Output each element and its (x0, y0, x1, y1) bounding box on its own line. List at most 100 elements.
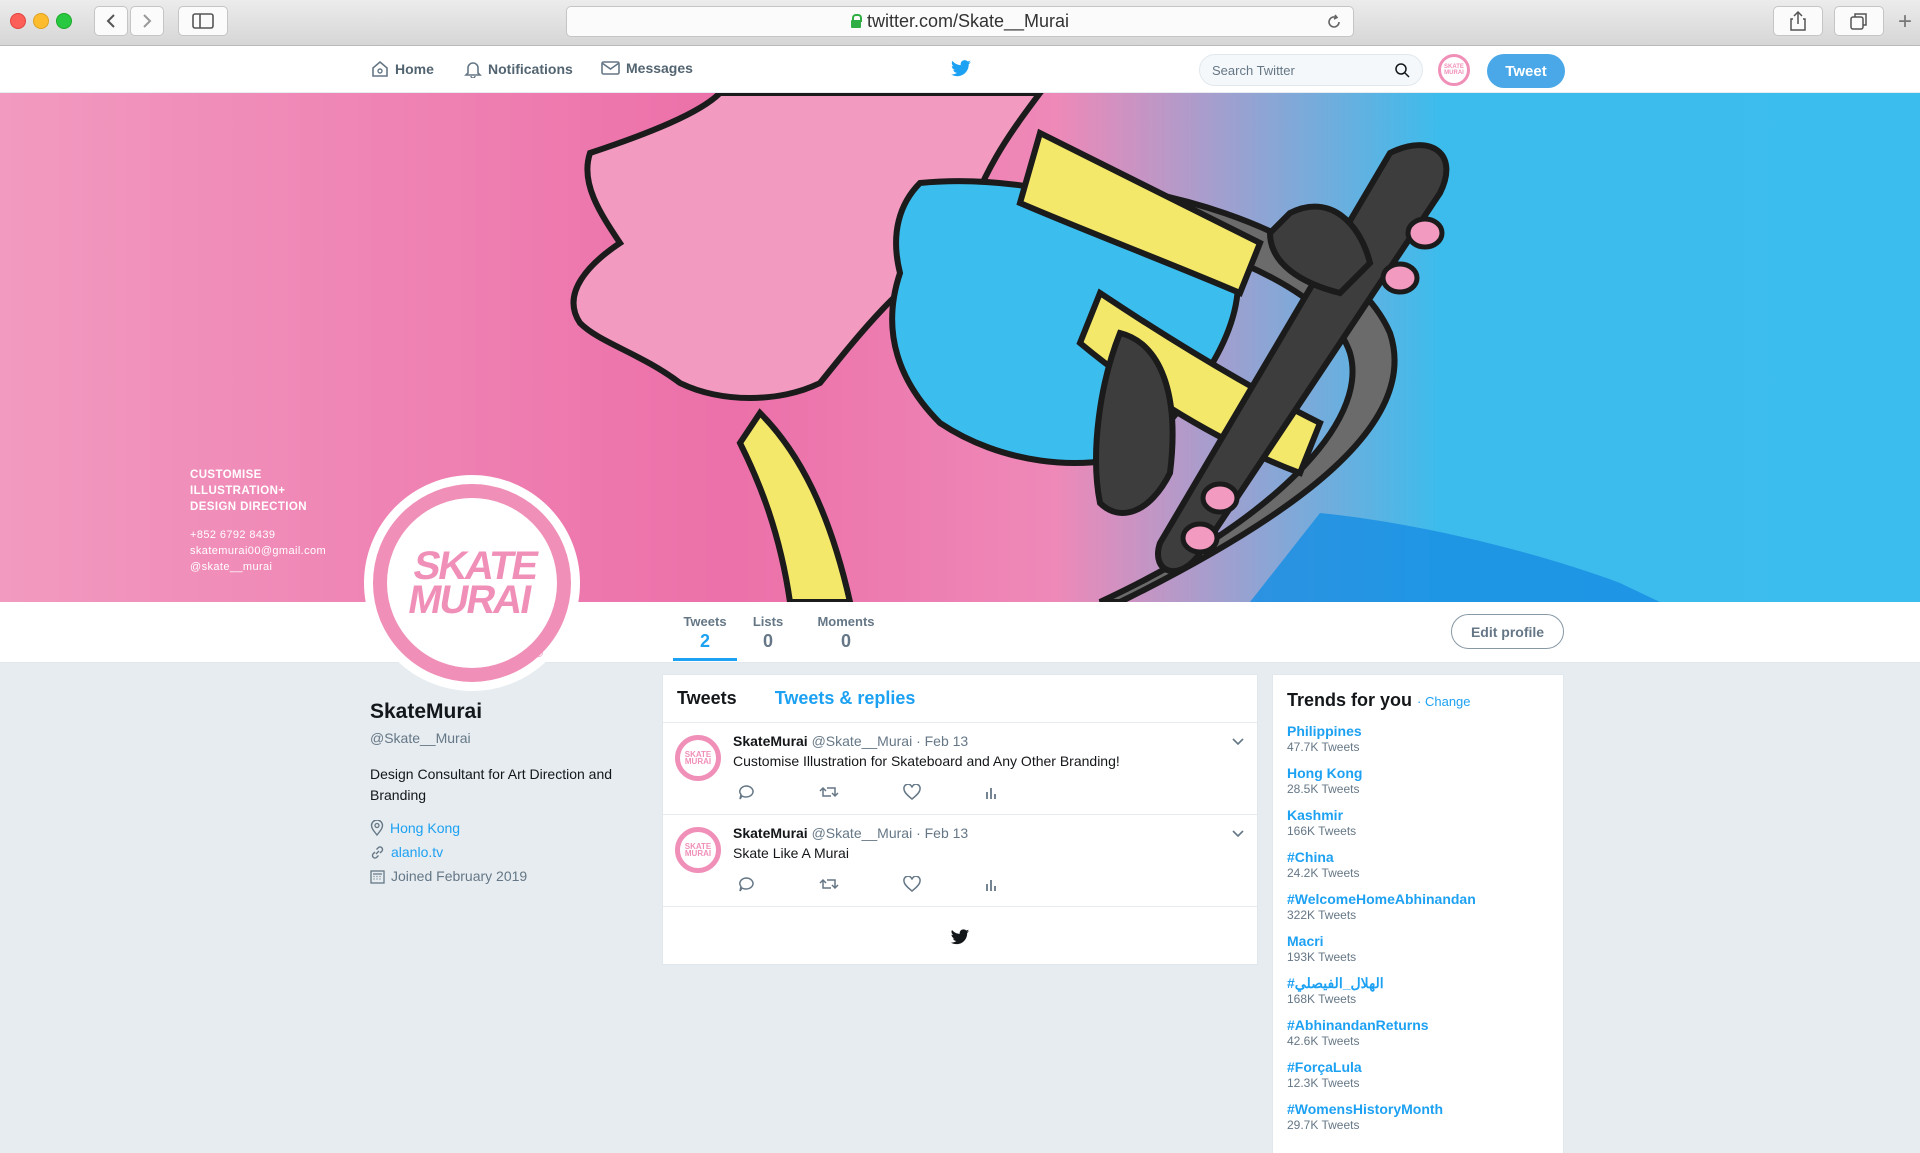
tweet-text: Customise Illustration for Skateboard an… (733, 753, 1120, 769)
nav-notifications-label: Notifications (488, 61, 573, 77)
stat-tweets[interactable]: Tweets 2 (673, 614, 737, 661)
envelope-icon (601, 61, 620, 75)
tweet-header: SkateMurai @Skate__Murai · Feb 13 (733, 825, 968, 841)
home-icon (372, 60, 388, 77)
stat-lists-value: 0 (762, 631, 773, 651)
trend-name[interactable]: Hong Kong (1287, 765, 1549, 781)
tweet-author-name[interactable]: SkateMurai (733, 733, 808, 749)
trend-item[interactable]: Kashmir 166K Tweets (1287, 807, 1549, 839)
profile-avatar[interactable]: SKATE MURAI ® (364, 475, 580, 691)
trend-name[interactable]: #WelcomeHomeAbhinandan (1287, 891, 1549, 907)
stat-tweets-label: Tweets (683, 614, 727, 629)
account-avatar[interactable]: SKATE MURAI (1438, 54, 1470, 86)
like-icon[interactable] (903, 876, 921, 892)
twitter-top-nav: Home Notifications Messages Search Twitt… (0, 46, 1920, 93)
trend-name[interactable]: Kashmir (1287, 807, 1549, 823)
compose-tweet-button[interactable]: Tweet (1487, 54, 1565, 88)
tabs-overview-button[interactable] (1834, 6, 1884, 36)
tab-tweets[interactable]: Tweets (677, 688, 737, 709)
tweet-avatar[interactable]: SKATE MURAI (675, 735, 721, 781)
trend-name[interactable]: #China (1287, 849, 1549, 865)
twitter-bird-icon[interactable] (950, 60, 972, 78)
tweet-author-name[interactable]: SkateMurai (733, 825, 808, 841)
new-tab-icon[interactable]: + (1898, 10, 1920, 36)
analytics-icon[interactable] (985, 876, 999, 892)
trend-name[interactable]: #WomensHistoryMonth (1287, 1101, 1549, 1117)
search-input[interactable]: Search Twitter (1199, 54, 1423, 86)
search-icon[interactable] (1394, 62, 1410, 78)
retweet-icon[interactable] (819, 784, 839, 800)
tabs-icon (1850, 13, 1867, 30)
stat-moments[interactable]: Moments 0 (812, 614, 880, 652)
skatemurai-logo: SKATE MURAI ® (373, 484, 571, 682)
forward-button[interactable] (130, 6, 164, 36)
nav-home-label: Home (395, 61, 434, 77)
trend-count: 168K Tweets (1287, 992, 1357, 1006)
address-bar[interactable]: twitter.com/Skate__Murai (566, 6, 1354, 37)
timeline-footer (663, 907, 1257, 967)
share-button[interactable] (1773, 6, 1823, 36)
profile-website-link[interactable]: alanlo.tv (391, 844, 443, 860)
profile-header-card: SkateMurai @Skate__Murai Design Consulta… (370, 700, 660, 884)
back-button[interactable] (94, 6, 128, 36)
trends-title: Trends for you (1287, 690, 1413, 710)
edit-profile-button[interactable]: Edit profile (1451, 614, 1564, 649)
analytics-icon[interactable] (985, 784, 999, 800)
share-icon (1790, 11, 1806, 31)
trend-item[interactable]: #ForçaLula 12.3K Tweets (1287, 1059, 1549, 1091)
trend-name[interactable]: #الهلال_الفيصلي (1287, 975, 1549, 991)
trend-name[interactable]: #AbhinandanReturns (1287, 1017, 1549, 1033)
tweet-avatar[interactable]: SKATE MURAI (675, 827, 721, 873)
minimize-window-button[interactable] (33, 13, 49, 29)
search-placeholder: Search Twitter (1212, 62, 1295, 78)
tab-tweets-replies[interactable]: Tweets & replies (775, 688, 916, 709)
retweet-icon[interactable] (819, 876, 839, 892)
trend-item[interactable]: #الهلال_الفيصلي 168K Tweets (1287, 975, 1549, 1007)
like-icon[interactable] (903, 784, 921, 800)
skateboarder-illustration (570, 93, 1660, 602)
timeline-tabs: Tweets Tweets & replies (663, 675, 1257, 723)
bell-icon (464, 62, 482, 78)
trends-change-link[interactable]: · Change (1417, 694, 1471, 709)
reply-icon[interactable] (737, 876, 755, 892)
profile-name[interactable]: SkateMurai (370, 700, 660, 724)
banner-tagline-3: DESIGN DIRECTION (190, 501, 307, 513)
logo-text: SKATE MURAI (404, 544, 541, 622)
nav-home[interactable]: Home (371, 60, 434, 78)
trend-item[interactable]: #China 24.2K Tweets (1287, 849, 1549, 881)
profile-handle[interactable]: @Skate__Murai (370, 730, 660, 746)
trend-item[interactable]: Macri 193K Tweets (1287, 933, 1549, 965)
twitter-bird-icon (950, 928, 970, 944)
trend-item[interactable]: #AbhinandanReturns 42.6K Tweets (1287, 1017, 1549, 1049)
trend-name[interactable]: Macri (1287, 933, 1549, 949)
profile-location: Hong Kong (370, 820, 660, 836)
trend-item[interactable]: Hong Kong 28.5K Tweets (1287, 765, 1549, 797)
tweet-item[interactable]: SKATE MURAI SkateMurai @Skate__Murai · Fe… (663, 723, 1257, 815)
profile-bio: Design Consultant for Art Direction and … (370, 766, 613, 803)
nav-messages[interactable]: Messages (601, 60, 693, 76)
trend-item[interactable]: #WelcomeHomeAbhinandan 322K Tweets (1287, 891, 1549, 923)
sidebar-toggle-button[interactable] (178, 6, 228, 36)
profile-location-link[interactable]: Hong Kong (390, 820, 460, 836)
trend-count: 24.2K Tweets (1287, 866, 1360, 880)
stat-lists-label: Lists (752, 614, 784, 629)
tweet-item[interactable]: SKATE MURAI SkateMurai @Skate__Murai · Fe… (663, 815, 1257, 907)
nav-notifications[interactable]: Notifications (464, 60, 573, 78)
banner-phone: +852 6792 8439 (190, 529, 276, 541)
chevron-down-icon[interactable] (1231, 829, 1245, 839)
close-window-button[interactable] (10, 13, 26, 29)
zoom-window-button[interactable] (56, 13, 72, 29)
trend-name[interactable]: Philippines (1287, 723, 1549, 739)
calendar-icon (370, 869, 385, 884)
reply-icon[interactable] (737, 784, 755, 800)
trend-item[interactable]: #WomensHistoryMonth 29.7K Tweets (1287, 1101, 1549, 1133)
trend-item[interactable]: Philippines 47.7K Tweets (1287, 723, 1549, 755)
trend-name[interactable]: #ForçaLula (1287, 1059, 1549, 1075)
trend-count: 28.5K Tweets (1287, 782, 1360, 796)
account-avatar-logo: SKATE MURAI (1444, 64, 1464, 76)
reload-icon[interactable] (1325, 13, 1343, 31)
lock-icon (850, 13, 862, 28)
chevron-down-icon[interactable] (1231, 737, 1245, 747)
stat-lists[interactable]: Lists 0 (746, 614, 790, 652)
trend-count: 42.6K Tweets (1287, 1034, 1360, 1048)
